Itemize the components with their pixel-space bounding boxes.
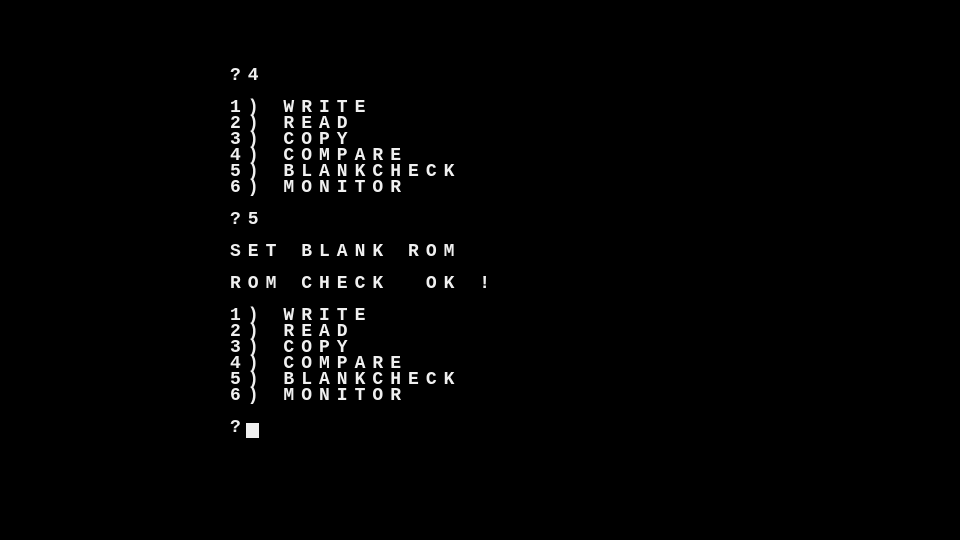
- input-prompt[interactable]: ?: [230, 420, 497, 438]
- prompt-line: ?4: [230, 68, 497, 84]
- status-line: ROM CHECK OK !: [230, 276, 497, 292]
- cursor-icon: [246, 423, 259, 438]
- menu-item: 6) MONITOR: [230, 180, 497, 196]
- terminal-screen: ?4 1) WRITE 2) READ 3) COPY 4) COMPARE 5…: [230, 68, 497, 438]
- prompt-line: ?5: [230, 212, 497, 228]
- status-line: SET BLANK ROM: [230, 244, 497, 260]
- menu-item: 6) MONITOR: [230, 388, 497, 404]
